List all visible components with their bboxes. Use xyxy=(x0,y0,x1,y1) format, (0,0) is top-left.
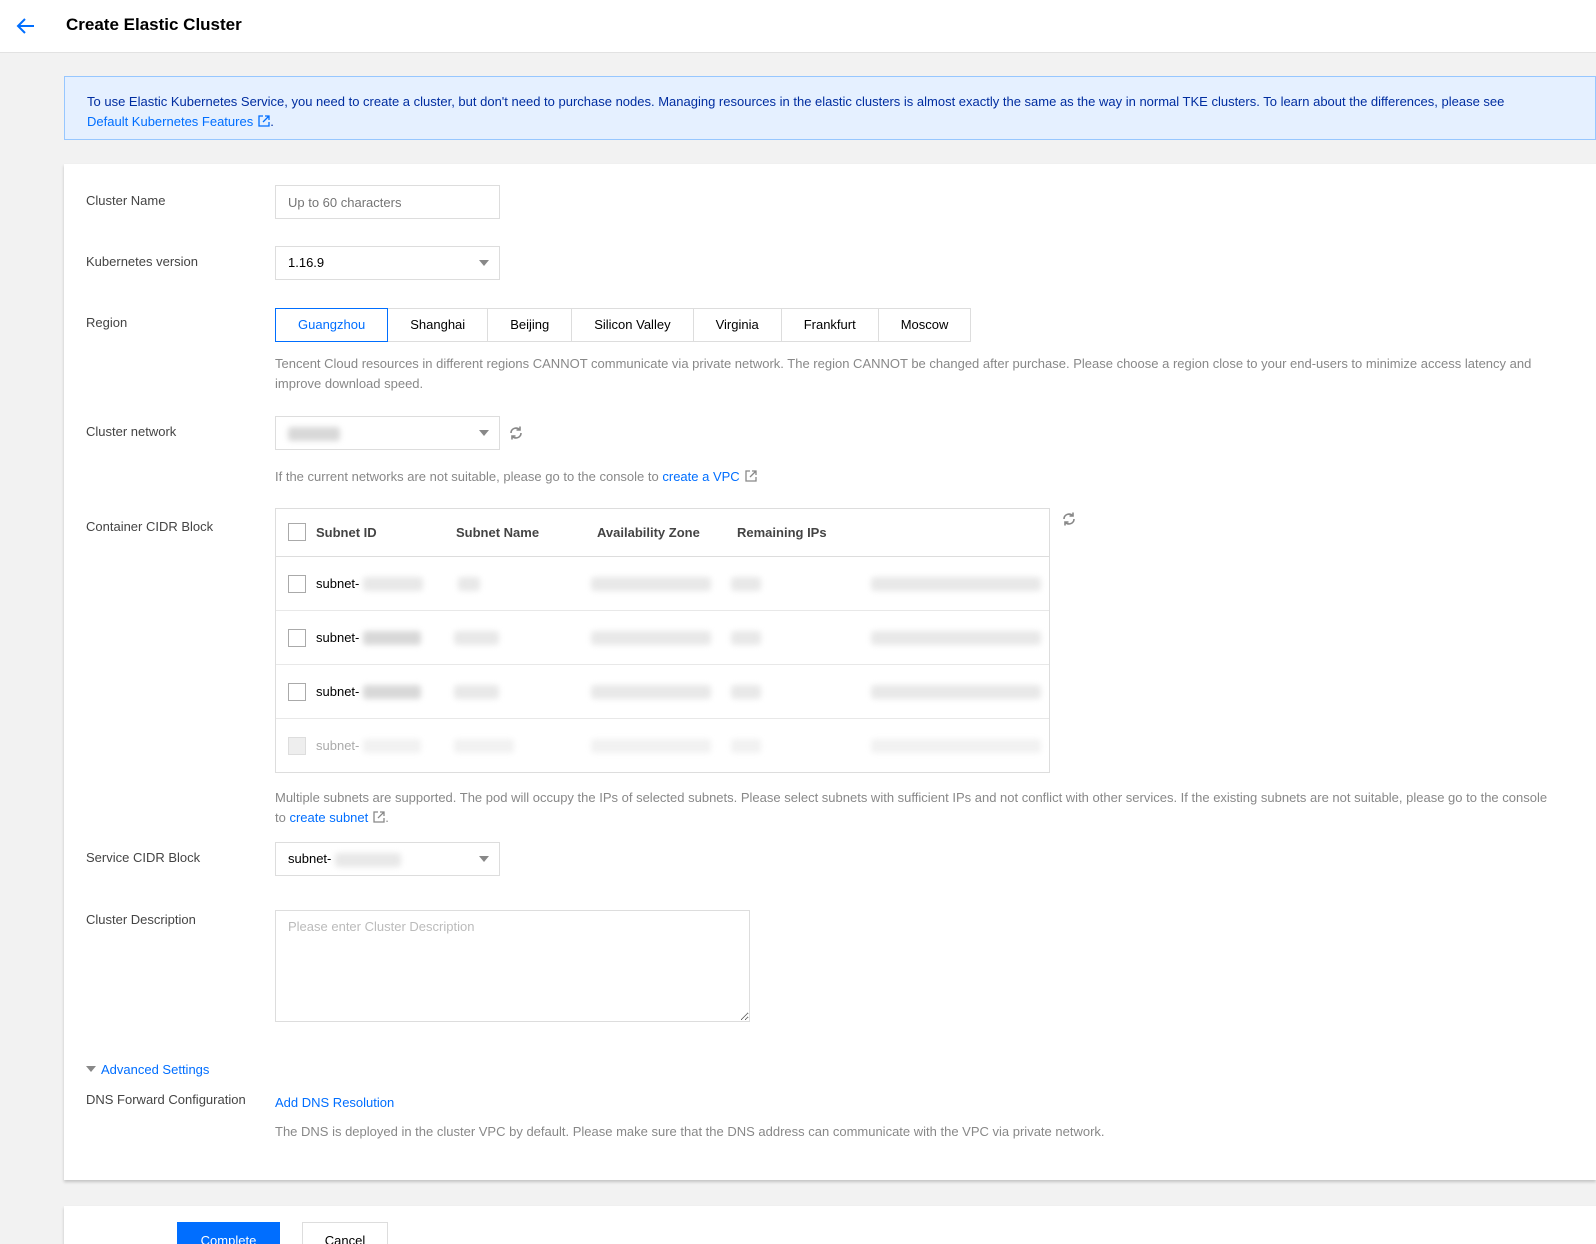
cluster-network-value-blurred xyxy=(288,426,340,441)
dns-forward-label: DNS Forward Configuration xyxy=(86,1092,246,1107)
k8s-version-label: Kubernetes version xyxy=(86,254,199,269)
top-bar: Create Elastic Cluster xyxy=(0,0,1596,53)
table-header: Subnet ID Subnet Name Availability Zone … xyxy=(276,509,1049,557)
col-availability-zone: Availability Zone xyxy=(597,525,700,540)
region-guangzhou[interactable]: Guangzhou xyxy=(275,308,389,342)
zone-blurred xyxy=(591,577,711,591)
add-dns-resolution-link[interactable]: Add DNS Resolution xyxy=(275,1095,394,1110)
zone-blurred xyxy=(591,685,711,699)
region-help: Tencent Cloud resources in different reg… xyxy=(275,356,1532,391)
k8s-version-select[interactable]: 1.16.9 xyxy=(275,246,500,280)
caret-down-icon xyxy=(479,430,489,436)
cluster-network-help-text: If the current networks are not suitable… xyxy=(275,469,659,484)
container-cidr-help: Multiple subnets are supported. The pod … xyxy=(275,788,1555,828)
caret-down-icon xyxy=(479,856,489,862)
subnet-name-blurred xyxy=(454,685,499,699)
cidr-blurred xyxy=(871,739,1041,753)
row-checkbox[interactable] xyxy=(288,629,306,647)
service-cidr-value: subnet- xyxy=(288,851,332,866)
region-selector: Guangzhou Shanghai Beijing Silicon Valle… xyxy=(275,308,972,342)
create-subnet-link-label: create subnet xyxy=(289,810,369,825)
refresh-icon[interactable] xyxy=(1061,511,1077,527)
advanced-settings-toggle[interactable]: Advanced Settings xyxy=(86,1062,209,1077)
ips-blurred xyxy=(731,739,761,753)
container-cidr-help-suffix: . xyxy=(385,810,389,825)
region-moscow[interactable]: Moscow xyxy=(878,308,972,342)
service-cidr-label: Service CIDR Block xyxy=(86,850,201,865)
complete-button[interactable]: Complete xyxy=(177,1222,280,1244)
advanced-settings-label: Advanced Settings xyxy=(101,1062,210,1077)
default-k8s-features-link[interactable]: Default Kubernetes Features xyxy=(87,114,270,129)
cancel-button[interactable]: Cancel xyxy=(302,1222,388,1244)
caret-down-icon xyxy=(479,260,489,266)
external-link-icon xyxy=(373,811,385,823)
notice-suffix: . xyxy=(270,114,274,129)
ips-blurred xyxy=(731,631,761,645)
container-cidr-label: Container CIDR Block xyxy=(86,519,214,534)
subnet-name-blurred xyxy=(454,631,499,645)
ips-blurred xyxy=(731,685,761,699)
info-notice: To use Elastic Kubernetes Service, you n… xyxy=(64,76,1596,140)
cluster-description-label: Cluster Description xyxy=(86,912,196,927)
zone-blurred xyxy=(591,739,711,753)
subnet-id-blurred xyxy=(363,685,421,699)
create-subnet-link[interactable]: create subnet xyxy=(289,810,385,825)
footer-bar: Complete Cancel xyxy=(64,1206,1596,1244)
cluster-network-select[interactable] xyxy=(275,416,500,450)
cidr-blurred xyxy=(871,685,1041,699)
dns-help: The DNS is deployed in the cluster VPC b… xyxy=(275,1124,1105,1139)
region-beijing[interactable]: Beijing xyxy=(488,308,573,342)
cluster-name-input[interactable] xyxy=(275,185,500,219)
k8s-version-value: 1.16.9 xyxy=(288,255,325,270)
row-checkbox[interactable] xyxy=(288,575,306,593)
external-link-icon xyxy=(258,115,270,127)
subnet-id-blurred xyxy=(363,739,421,753)
zone-blurred xyxy=(591,631,711,645)
row-checkbox-disabled xyxy=(288,737,306,755)
arrow-left-icon[interactable] xyxy=(14,14,38,38)
table-row[interactable]: subnet- xyxy=(276,557,1049,611)
region-frankfurt[interactable]: Frankfurt xyxy=(781,308,879,342)
create-vpc-link-label: create a VPC xyxy=(662,469,740,484)
col-remaining-ips: Remaining IPs xyxy=(737,525,827,540)
table-row[interactable]: subnet- xyxy=(276,665,1049,719)
region-label: Region xyxy=(86,315,128,330)
refresh-icon[interactable] xyxy=(508,425,524,441)
cluster-name-label: Cluster Name xyxy=(86,193,166,208)
subnet-id: subnet- xyxy=(316,630,360,645)
cidr-blurred xyxy=(871,631,1041,645)
row-checkbox[interactable] xyxy=(288,683,306,701)
create-vpc-link[interactable]: create a VPC xyxy=(662,469,757,484)
subnet-id-blurred xyxy=(363,631,421,645)
subnet-name-blurred xyxy=(458,577,480,591)
form-card: Cluster Name Kubernetes version 1.16.9 R… xyxy=(64,164,1596,1180)
cluster-network-label: Cluster network xyxy=(86,424,177,439)
cidr-blurred xyxy=(871,577,1041,591)
external-link-icon xyxy=(745,470,757,482)
page-title: Create Elastic Cluster xyxy=(66,15,242,34)
region-virginia[interactable]: Virginia xyxy=(693,308,782,342)
region-silicon-valley[interactable]: Silicon Valley xyxy=(572,308,694,342)
notice-text: To use Elastic Kubernetes Service, you n… xyxy=(87,94,1505,109)
table-row[interactable]: subnet- xyxy=(276,611,1049,665)
service-cidr-blurred xyxy=(335,852,401,867)
cluster-description-input[interactable] xyxy=(275,910,750,1022)
cluster-network-help: If the current networks are not suitable… xyxy=(275,467,757,487)
caret-down-icon xyxy=(86,1066,96,1072)
col-subnet-id: Subnet ID xyxy=(316,525,377,540)
ips-blurred xyxy=(731,577,761,591)
subnet-name-blurred xyxy=(454,739,514,753)
subnet-id-blurred xyxy=(363,577,423,591)
select-all-checkbox[interactable] xyxy=(288,523,306,541)
subnet-id: subnet- xyxy=(316,684,360,699)
container-cidr-help-text: Multiple subnets are supported. The pod … xyxy=(275,790,1548,825)
default-k8s-features-link-label: Default Kubernetes Features xyxy=(87,114,254,129)
service-cidr-select[interactable]: subnet- xyxy=(275,842,500,876)
col-subnet-name: Subnet Name xyxy=(456,525,540,540)
subnet-id: subnet- xyxy=(316,576,360,591)
region-shanghai[interactable]: Shanghai xyxy=(388,308,489,342)
subnet-table: Subnet ID Subnet Name Availability Zone … xyxy=(275,508,1050,773)
subnet-id: subnet- xyxy=(316,738,360,753)
table-row: subnet- xyxy=(276,719,1049,773)
